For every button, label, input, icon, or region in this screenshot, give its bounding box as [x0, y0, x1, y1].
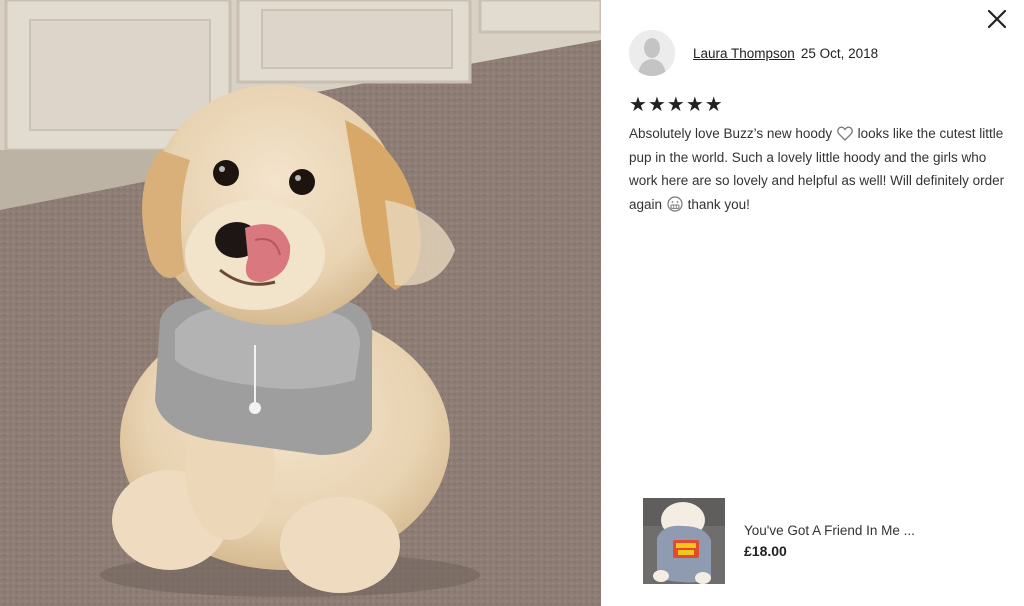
review-details-panel: Laura Thompson 25 Oct, 2018 ★ ★ ★ ★ ★ Ab…: [601, 0, 1024, 606]
avatar[interactable]: [629, 30, 675, 76]
star-icon: ★: [704, 92, 723, 116]
review-photo-modal: Laura Thompson 25 Oct, 2018 ★ ★ ★ ★ ★ Ab…: [0, 0, 1024, 606]
review-text: Absolutely love Buzz’s new hoody looks l…: [629, 122, 1007, 216]
product-thumbnail[interactable]: [643, 498, 725, 584]
review-text-part1: Absolutely love Buzz’s new hoody: [629, 126, 833, 141]
product-price: £18.00: [744, 543, 787, 559]
product-info: You've Got A Friend In Me ... £18.00: [744, 523, 915, 559]
close-button[interactable]: [984, 6, 1010, 32]
product-link[interactable]: You've Got A Friend In Me ... £18.00: [643, 498, 915, 584]
dog-photo-illustration: [0, 0, 601, 606]
reviewer-name-link[interactable]: Laura Thompson: [693, 46, 795, 61]
star-rating: ★ ★ ★ ★ ★: [629, 94, 723, 114]
product-thumbnail-image: [643, 498, 725, 584]
star-icon: ★: [629, 92, 647, 116]
star-icon: ★: [666, 92, 685, 116]
avatar-placeholder-icon: [629, 30, 675, 76]
heart-icon: [837, 126, 853, 141]
close-icon: [987, 9, 1007, 29]
review-photo: [0, 0, 601, 606]
star-icon: ★: [685, 92, 704, 116]
grimace-emoji-icon: [667, 195, 683, 212]
review-date: 25 Oct, 2018: [800, 45, 879, 61]
review-text-part3: thank you!: [687, 196, 750, 212]
star-icon: ★: [647, 92, 666, 116]
reviewer-info: Laura Thompson 25 Oct, 2018: [629, 30, 878, 76]
product-title[interactable]: You've Got A Friend In Me ...: [744, 523, 915, 538]
